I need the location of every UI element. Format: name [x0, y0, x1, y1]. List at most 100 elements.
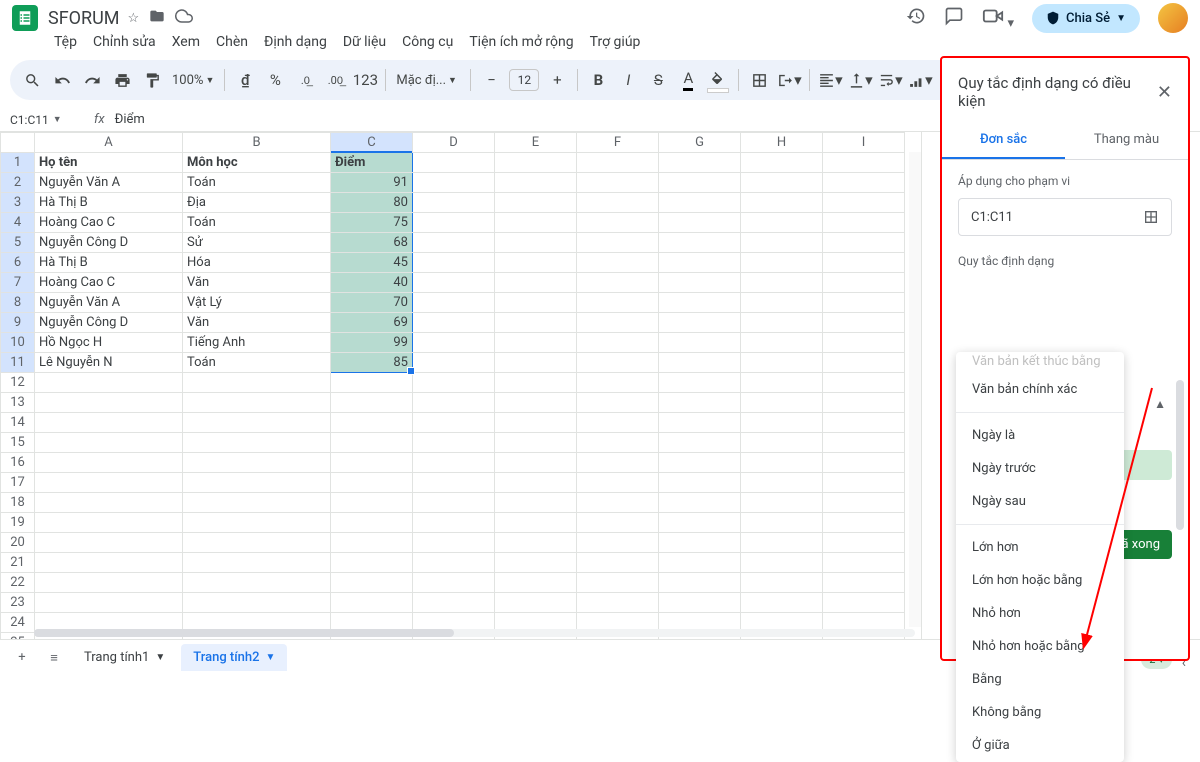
tab-sheet2[interactable]: Trang tính2 ▼ — [181, 644, 287, 671]
cell[interactable] — [659, 513, 741, 533]
merge-icon[interactable]: ▾ — [775, 66, 803, 94]
cell[interactable] — [659, 273, 741, 293]
cell[interactable] — [35, 473, 183, 493]
cell[interactable]: Toán — [183, 173, 331, 193]
cell[interactable]: Lê Nguyễn N — [35, 353, 183, 373]
cell[interactable] — [577, 533, 659, 553]
row-21[interactable]: 21 — [1, 553, 35, 573]
cell[interactable] — [577, 273, 659, 293]
row-14[interactable]: 14 — [1, 413, 35, 433]
cell[interactable] — [741, 493, 823, 513]
cell[interactable] — [413, 353, 495, 373]
more-formats-icon[interactable]: 123 — [351, 66, 379, 94]
dd-equal[interactable]: Bằng — [956, 663, 1124, 696]
cell[interactable] — [495, 433, 577, 453]
cell[interactable] — [659, 313, 741, 333]
redo-icon[interactable] — [78, 66, 106, 94]
cell[interactable] — [331, 513, 413, 533]
cell[interactable] — [331, 393, 413, 413]
history-icon[interactable] — [906, 6, 926, 30]
cell[interactable] — [413, 533, 495, 553]
doc-title[interactable]: SFORUM — [48, 8, 120, 29]
cell[interactable] — [331, 433, 413, 453]
cell[interactable]: Địa — [183, 193, 331, 213]
font-select[interactable]: Mặc đị... ▼ — [392, 73, 464, 88]
cell[interactable] — [495, 573, 577, 593]
cell[interactable] — [35, 373, 183, 393]
cell[interactable]: Hồ Ngọc H — [35, 333, 183, 353]
cell[interactable]: Nguyễn Văn A — [35, 173, 183, 193]
row-19[interactable]: 19 — [1, 513, 35, 533]
cell[interactable] — [741, 453, 823, 473]
cell[interactable] — [659, 473, 741, 493]
cell[interactable]: Tiếng Anh — [183, 333, 331, 353]
cell[interactable] — [413, 313, 495, 333]
row-13[interactable]: 13 — [1, 393, 35, 413]
h-scrollbar[interactable] — [34, 627, 915, 639]
cell[interactable] — [331, 593, 413, 613]
cell[interactable] — [413, 233, 495, 253]
cell[interactable]: Môn học — [183, 153, 331, 173]
row-1[interactable]: 1 — [1, 153, 35, 173]
cell[interactable] — [659, 573, 741, 593]
cell[interactable] — [577, 573, 659, 593]
row-15[interactable]: 15 — [1, 433, 35, 453]
cell[interactable] — [413, 473, 495, 493]
cell[interactable] — [495, 513, 577, 533]
cell[interactable] — [183, 573, 331, 593]
cell[interactable] — [823, 493, 905, 513]
cell[interactable] — [659, 553, 741, 573]
cell[interactable] — [659, 293, 741, 313]
zoom-select[interactable]: 100% ▼ — [168, 73, 218, 88]
cell[interactable] — [577, 353, 659, 373]
cell[interactable] — [741, 373, 823, 393]
borders-icon[interactable] — [745, 66, 773, 94]
cell[interactable] — [183, 493, 331, 513]
cell[interactable] — [35, 553, 183, 573]
cell[interactable] — [183, 413, 331, 433]
cell[interactable] — [577, 493, 659, 513]
col-C[interactable]: C — [331, 133, 413, 153]
cell[interactable] — [741, 173, 823, 193]
cell[interactable] — [823, 593, 905, 613]
cell[interactable] — [413, 293, 495, 313]
cell[interactable] — [331, 453, 413, 473]
undo-icon[interactable] — [48, 66, 76, 94]
cell[interactable]: Toán — [183, 353, 331, 373]
cell[interactable] — [495, 393, 577, 413]
cell[interactable] — [659, 233, 741, 253]
print-icon[interactable] — [108, 66, 136, 94]
cell[interactable] — [823, 233, 905, 253]
cell[interactable] — [823, 533, 905, 553]
cell[interactable]: Điểm — [331, 153, 413, 173]
col-H[interactable]: H — [741, 133, 823, 153]
cell[interactable] — [659, 253, 741, 273]
cloud-icon[interactable] — [175, 7, 193, 29]
cell[interactable] — [183, 373, 331, 393]
col-F[interactable]: F — [577, 133, 659, 153]
cell[interactable]: Nguyễn Văn A — [35, 293, 183, 313]
cell[interactable] — [495, 313, 577, 333]
row-17[interactable]: 17 — [1, 473, 35, 493]
formula-input[interactable]: Điểm — [115, 112, 145, 127]
row-22[interactable]: 22 — [1, 573, 35, 593]
cell[interactable]: 80 — [331, 193, 413, 213]
decrease-decimal-icon[interactable]: .0̲ — [291, 66, 319, 94]
cell[interactable]: Họ tên — [35, 153, 183, 173]
fill-color-icon[interactable] — [704, 66, 732, 94]
cell[interactable] — [495, 553, 577, 573]
cell[interactable] — [577, 553, 659, 573]
cell[interactable] — [741, 333, 823, 353]
cell[interactable] — [495, 413, 577, 433]
cell[interactable] — [659, 213, 741, 233]
cell[interactable] — [823, 273, 905, 293]
dd-less[interactable]: Nhỏ hơn — [956, 597, 1124, 630]
percent-icon[interactable]: % — [261, 66, 289, 94]
menu-format[interactable]: Định dạng — [258, 32, 333, 52]
dd-text-exact[interactable]: Văn bản chính xác — [956, 373, 1124, 406]
row-4[interactable]: 4 — [1, 213, 35, 233]
cell[interactable]: Hoàng Cao C — [35, 213, 183, 233]
add-sheet-button[interactable]: + — [8, 644, 36, 672]
cell[interactable]: 68 — [331, 233, 413, 253]
cell[interactable] — [823, 213, 905, 233]
